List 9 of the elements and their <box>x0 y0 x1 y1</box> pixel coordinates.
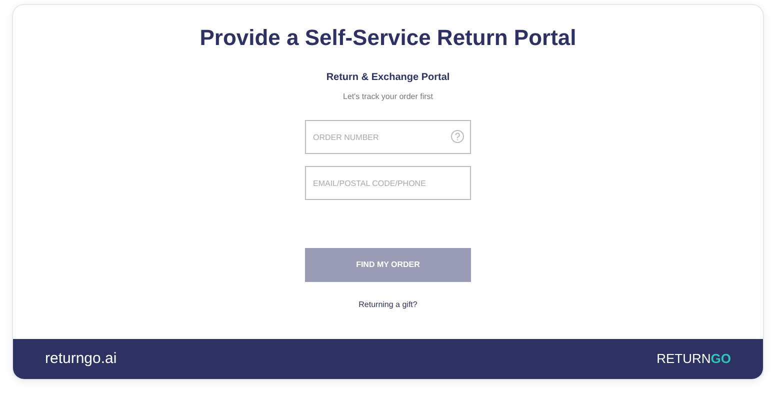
portal-heading: Return & Exchange Portal <box>326 71 450 85</box>
help-icon[interactable] <box>451 130 464 143</box>
page-title: Provide a Self-Service Return Portal <box>200 24 576 52</box>
input-field[interactable]: ORDER NUMBER <box>305 120 471 154</box>
site-url: returngo.ai <box>45 348 117 369</box>
returngo-logo: RETURNGO <box>656 350 731 368</box>
returning-gift-link[interactable]: Returning a gift? <box>358 299 418 311</box>
input-field[interactable]: EMAIL/POSTAL CODE/PHONE <box>305 166 471 200</box>
portal-subheading: Let's track your order first <box>343 91 433 103</box>
